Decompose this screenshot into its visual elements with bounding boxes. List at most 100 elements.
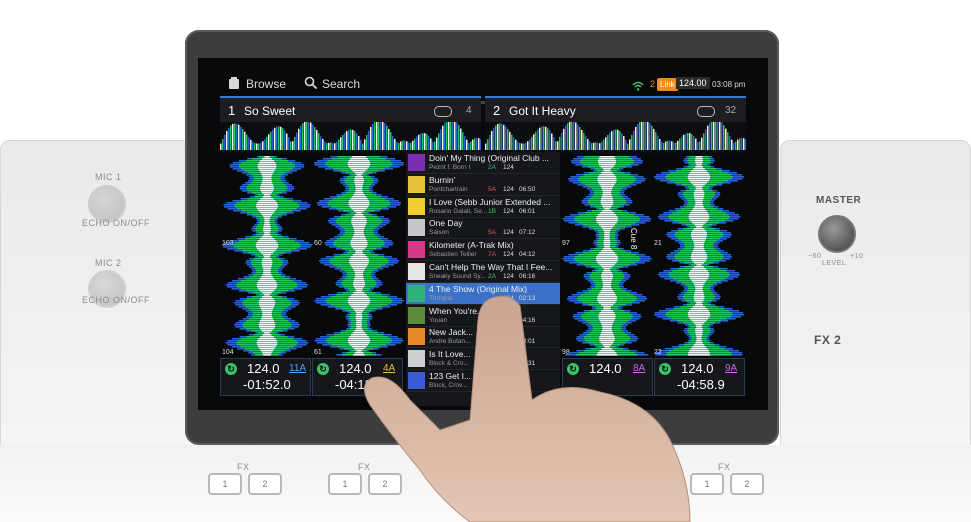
echo-label-2: ECHO ON/OFF [82, 295, 150, 305]
deck-2-header[interactable]: 2 Got It Heavy 32 [485, 96, 746, 124]
track-row[interactable]: Is It Love... Block & Cro... 05:31 [406, 348, 560, 371]
deck-1-waveform-b[interactable] [314, 156, 404, 356]
track-bpm: 124 [503, 207, 514, 215]
loop-icon[interactable] [697, 106, 715, 117]
bottom-controls-strip: FX 1 2 FX 1 2 FX 1 2 [0, 445, 971, 522]
fx-button-2-mid[interactable]: 2 [368, 473, 402, 495]
beat-marker: 60 [314, 240, 322, 247]
track-key: 5A [488, 185, 496, 193]
fx-button-2-right[interactable]: 2 [730, 473, 764, 495]
deck-bpm: 124.0 [589, 361, 622, 376]
track-row[interactable]: When You're... Youan 04:16 [406, 305, 560, 327]
track-bpm: 124 [503, 164, 514, 171]
track-key: 7A [488, 251, 496, 259]
track-row[interactable]: New Jack... Andre Butan... 08:01 [406, 326, 560, 349]
track-row[interactable]: Kilometer (A-Trak Mix) Sebastien Tellier 7… [406, 239, 560, 262]
top-bar: Browse Search 2 Link 124.00 03:08 pm [198, 74, 768, 104]
sync-icon[interactable]: ↻ [317, 363, 329, 375]
deck-1-header[interactable]: 1 So Sweet 4 [220, 96, 481, 124]
album-art-icon [408, 372, 425, 389]
fx-button-1-right[interactable]: 1 [690, 473, 724, 495]
fx2-label: FX 2 [814, 333, 842, 347]
wifi-icon [632, 78, 646, 92]
beat-marker: 97 [562, 240, 570, 247]
fx-button-1-left[interactable]: 1 [208, 473, 242, 495]
track-title: I Love (Sebb Junior Extended ... [429, 196, 551, 207]
track-artist: Saison [429, 229, 449, 237]
beat-marker: 21 [654, 240, 662, 247]
deck-2-title: Got It Heavy [509, 104, 576, 118]
beat-marker: 98 [562, 349, 570, 356]
track-duration: 05:31 [519, 360, 536, 368]
beat-marker: 61 [314, 349, 322, 356]
album-art-icon [408, 219, 425, 237]
deck-2-waveform-a[interactable] [562, 156, 652, 356]
loop-icon[interactable] [434, 106, 452, 117]
deck-key: 9A [725, 363, 738, 374]
track-duration: 04:12 [519, 251, 536, 259]
deck-1-waveform-a[interactable] [222, 156, 312, 356]
album-art-icon [408, 350, 425, 368]
track-row[interactable]: Burnin' Pontchartrain 5A 124 06:50 [406, 174, 560, 196]
fx-button-2-left[interactable]: 2 [248, 473, 282, 495]
browse-button[interactable]: Browse [246, 77, 286, 91]
deck-2-overview-waveform[interactable] [485, 118, 747, 154]
deck-info-3[interactable]: ↻ 124.0 8A [562, 358, 653, 396]
deck-2-number: 2 [493, 103, 501, 118]
fx-button-1-mid[interactable]: 1 [328, 473, 362, 495]
track-artist: Sneaky Sound Sy... [429, 273, 486, 280]
master-knob[interactable] [818, 215, 856, 253]
track-title: Burnin' [429, 174, 456, 185]
deck-info-1[interactable]: ↻ 124.0 11A -01:52.0 [220, 358, 311, 396]
track-artist: Block & Cro... [429, 360, 469, 368]
fx-label-left: FX [237, 462, 250, 472]
track-duration: 08:01 [519, 338, 536, 346]
deck-2-waveform-b[interactable] [653, 156, 745, 356]
deck-1-number: 1 [228, 103, 236, 118]
track-row[interactable]: I Love (Sebb Junior Extended ... Rosario … [406, 196, 560, 218]
sync-icon[interactable]: ↻ [567, 363, 579, 375]
deck-bpm: 124.0 [247, 361, 280, 376]
track-row[interactable]: Doin' My Thing (Original Club ... Peznt f… [406, 152, 560, 174]
track-bpm: 124 [503, 185, 514, 193]
track-duration: 06:01 [519, 207, 536, 215]
touch-screen: Browse Search 2 Link 124.00 03:08 pm 1 S… [198, 58, 768, 410]
track-row[interactable]: 123 Get I... Block, Crov... [406, 370, 560, 392]
deck-key: 4A [383, 363, 396, 374]
clock: 03:08 pm [712, 80, 746, 89]
track-bpm: 124 [503, 229, 514, 237]
album-art-icon [408, 154, 425, 171]
track-artist: Andre Butan... [429, 338, 471, 346]
sync-icon[interactable]: ↻ [225, 363, 237, 375]
deck-info-4[interactable]: ↻ 124.0 9A -04:58.9 [654, 358, 745, 396]
level-label: LEVEL [822, 260, 847, 267]
track-bpm: 124 [503, 294, 514, 302]
track-duration: 02:13 [519, 294, 536, 302]
deck-1-overview-waveform[interactable] [220, 118, 482, 154]
album-art-icon [408, 306, 425, 324]
track-row[interactable]: One Day Saison 5A 124 07:12 [406, 217, 560, 240]
deck-info-2[interactable]: ↻ 124.0 4A -04:12.9 [312, 358, 403, 396]
deck-key: 11A [289, 363, 307, 374]
master-bpm: 124.00 [676, 77, 710, 89]
track-title: 123 Get I... [429, 371, 472, 381]
deck-bpm: 124.0 [681, 361, 714, 376]
search-button[interactable]: Search [322, 77, 360, 91]
level-max-label: +10 [850, 253, 864, 260]
level-min-label: −60 [808, 253, 822, 260]
track-key: 2A [488, 273, 496, 280]
track-title: 4 The Show (Original Mix) [429, 283, 528, 294]
album-art-icon [408, 263, 425, 280]
echo-label-1: ECHO ON/OFF [82, 218, 150, 228]
track-row[interactable]: 4 The Show (Original Mix) Trutopia 124 02:1… [406, 282, 560, 305]
track-bpm: 124 [503, 251, 514, 259]
browse-icon [228, 76, 242, 90]
sync-icon[interactable]: ↻ [659, 363, 671, 375]
deck-key: 8A [633, 363, 646, 374]
track-row[interactable]: Can't Help The Way That I Fee... Sneaky S… [406, 261, 560, 283]
link-badge[interactable]: Link [657, 78, 678, 91]
track-title: New Jack... [429, 327, 473, 338]
track-key: 2A [488, 164, 496, 171]
track-artist: Pontchartrain [429, 185, 468, 193]
master-label: MASTER [816, 195, 862, 206]
